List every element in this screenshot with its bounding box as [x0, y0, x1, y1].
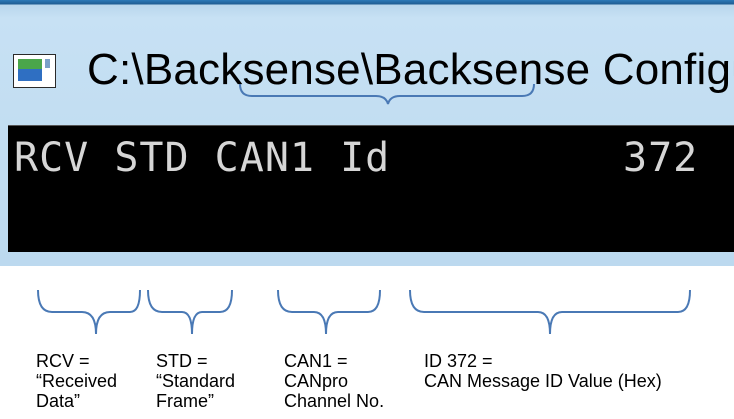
can1-brace [277, 289, 381, 335]
window-title: C:\Backsense\Backsense Configu [87, 45, 734, 94]
annotated-screenshot: C:\Backsense\Backsense Configu RCV STD C… [0, 0, 734, 419]
std-label: STD = “Standard Frame” [156, 351, 235, 411]
std-label-line1: STD = [156, 351, 208, 371]
rcv-label: RCV = “Received Data” [36, 351, 117, 411]
can1-label-line2: CANpro [284, 371, 349, 391]
can1-label: CAN1 = CANpro Channel No. [284, 351, 384, 411]
console-output[interactable]: RCV STD CAN1 Id 372 [8, 125, 734, 252]
app-icon-graphic [18, 59, 42, 81]
can1-label-line3: Channel No. [284, 391, 385, 411]
title-bar[interactable]: C:\Backsense\Backsense Configu [0, 28, 734, 114]
console-line-text: RCV STD CAN1 Id [14, 135, 391, 181]
std-label-line2: “Standard [156, 371, 236, 391]
rcv-label-line2: “Received [36, 371, 118, 391]
std-label-line3: Frame” [156, 391, 214, 411]
id-label-line1: ID 372 = [424, 351, 493, 371]
rcv-label-line3: Data” [36, 391, 81, 411]
app-icon-graphic-small [45, 59, 50, 68]
console-window: C:\Backsense\Backsense Configu RCV STD C… [0, 0, 734, 266]
app-window-icon [13, 54, 56, 88]
console-id-value: 372 [623, 135, 699, 181]
rcv-brace [37, 289, 141, 335]
can1-label-line1: CAN1 = [284, 351, 348, 371]
id-label: ID 372 = CAN Message ID Value (Hex) [424, 351, 662, 391]
rcv-label-line1: RCV = [36, 351, 90, 371]
id-brace [409, 289, 691, 335]
id-label-line2: CAN Message ID Value (Hex) [424, 371, 662, 391]
std-brace [147, 289, 233, 335]
